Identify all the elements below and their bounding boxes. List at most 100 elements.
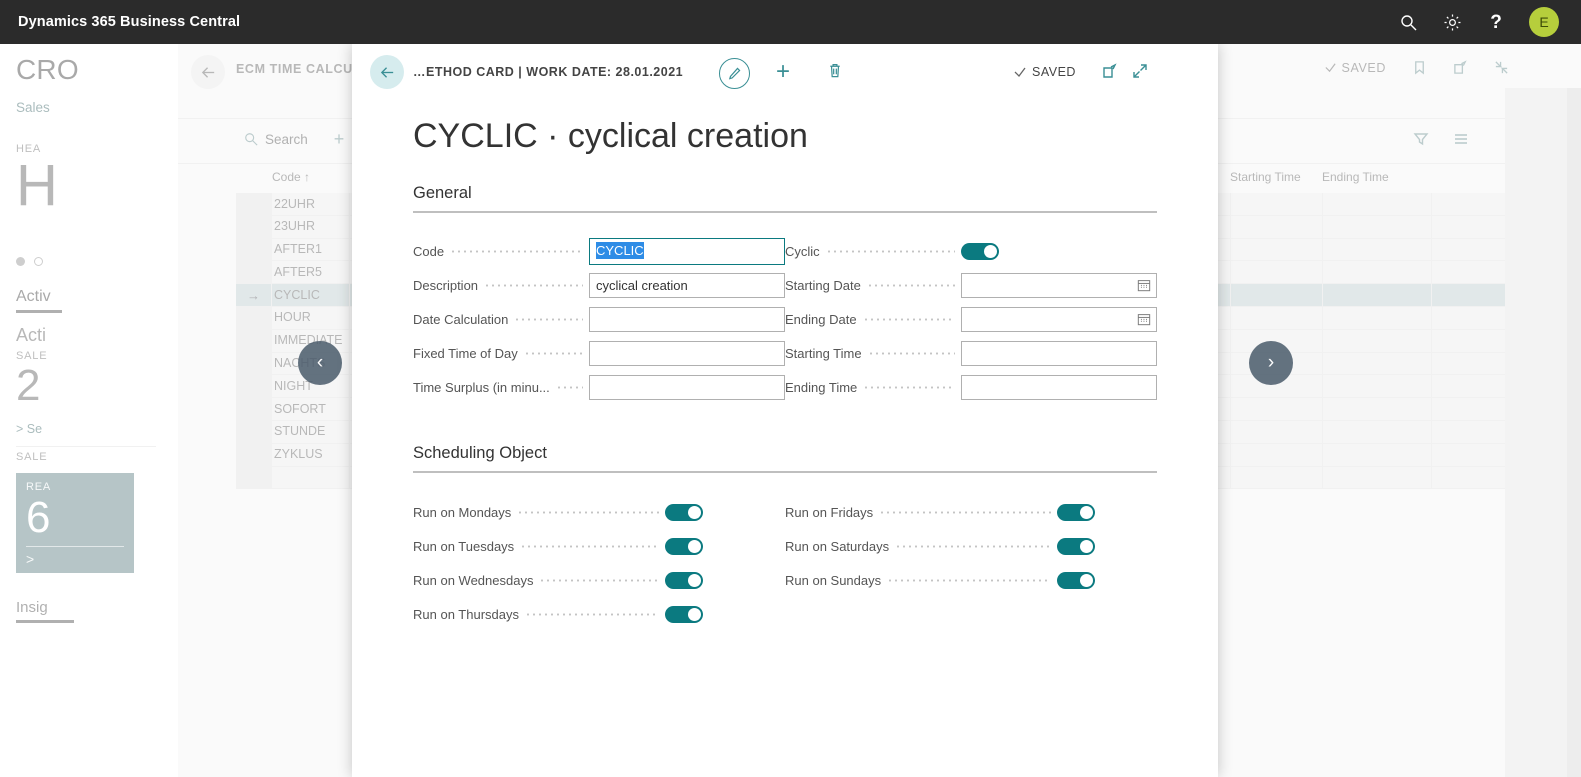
cell-code: STUNDE xyxy=(272,420,350,443)
cell-starting-time xyxy=(1230,420,1322,443)
calendar-icon[interactable] xyxy=(1137,312,1151,326)
cell-starting-time xyxy=(1230,215,1322,238)
field-dot-leader xyxy=(887,574,1051,587)
cell-ending-time xyxy=(1322,329,1432,352)
filter-icon[interactable] xyxy=(1413,131,1429,147)
search-icon[interactable] xyxy=(1397,11,1419,33)
expand-icon[interactable] xyxy=(1132,63,1148,84)
date-calculation-input[interactable] xyxy=(589,307,785,332)
edit-pencil-icon[interactable] xyxy=(719,58,750,89)
cell-ending-time xyxy=(1322,398,1432,421)
starting-date-input[interactable] xyxy=(961,273,1157,298)
fixed-time-of-day-input[interactable] xyxy=(589,341,785,366)
cyclic-toggle[interactable] xyxy=(961,243,999,260)
chevron-right-icon[interactable]: › xyxy=(1249,341,1293,385)
toggle-slot xyxy=(1057,538,1157,555)
ready-tile-number: 6 xyxy=(26,493,124,544)
sales-link[interactable]: Sales xyxy=(16,100,162,115)
cell-ending-time xyxy=(1322,420,1432,443)
starting-time-label: Starting Time xyxy=(785,346,862,361)
toggle-slot xyxy=(1057,504,1157,521)
help-icon[interactable]: ? xyxy=(1485,11,1507,33)
dialog-back-button[interactable] xyxy=(370,55,404,89)
collapse-icon[interactable] xyxy=(1494,60,1509,75)
general-fields: CodeCYCLICDescriptioncyclical creationDa… xyxy=(413,234,1157,404)
field-dot-leader xyxy=(879,506,1051,519)
field-dot-leader xyxy=(895,540,1051,553)
cell-code: HOUR xyxy=(272,306,350,329)
list-view-icon[interactable] xyxy=(1453,131,1469,147)
carousel-dots[interactable] xyxy=(16,257,162,266)
run-on-saturdays-label: Run on Saturdays xyxy=(785,539,889,554)
code-input[interactable]: CYCLIC xyxy=(589,238,785,265)
ending-time-input[interactable] xyxy=(961,375,1157,400)
row-indicator xyxy=(236,215,272,238)
description-input[interactable]: cyclical creation xyxy=(589,273,785,298)
column-header-code[interactable]: Code ↑ xyxy=(272,170,350,184)
carousel-dot-inactive[interactable] xyxy=(34,257,43,266)
column-header-ending-time[interactable]: Ending Time xyxy=(1322,170,1432,184)
activities-tab[interactable]: Activ xyxy=(16,288,162,306)
run-on-mondays-label: Run on Mondays xyxy=(413,505,511,520)
column-header-starting-time[interactable]: Starting Time xyxy=(1230,170,1322,184)
run-on-wednesdays-label: Run on Wednesdays xyxy=(413,573,533,588)
run-on-sundays-toggle[interactable] xyxy=(1057,572,1095,589)
field-row: Starting Date xyxy=(785,268,1157,302)
field-row: Starting Time xyxy=(785,336,1157,370)
background-toolbar-right xyxy=(1413,131,1469,147)
open-in-new-window-icon[interactable] xyxy=(1102,63,1118,84)
starting-time-input[interactable] xyxy=(961,341,1157,366)
time-surplus-in-minu-input[interactable] xyxy=(589,375,785,400)
run-on-saturdays-toggle[interactable] xyxy=(1057,538,1095,555)
cue-number[interactable]: 2 xyxy=(16,362,162,410)
background-saved-status: SAVED xyxy=(1324,61,1386,75)
run-on-mondays-toggle[interactable] xyxy=(665,504,703,521)
cell-ending-time xyxy=(1322,261,1432,284)
field-dot-leader xyxy=(517,506,659,519)
background-list-actions: SAVED xyxy=(1324,60,1509,75)
row-indicator xyxy=(236,306,272,329)
insights-tab[interactable]: Insig xyxy=(16,599,162,616)
cell-ending-time xyxy=(1322,215,1432,238)
cell-ending-time xyxy=(1322,466,1432,489)
plus-icon[interactable]: + xyxy=(776,60,790,84)
run-on-fridays-toggle[interactable] xyxy=(1057,504,1095,521)
calendar-icon[interactable] xyxy=(1137,278,1151,292)
divider xyxy=(16,446,156,447)
row-indicator xyxy=(236,443,272,466)
toggle-slot xyxy=(961,243,1157,260)
toggle-row: Run on Fridays xyxy=(785,495,1157,529)
run-on-tuesdays-toggle[interactable] xyxy=(665,538,703,555)
ready-tile-rule xyxy=(26,546,124,547)
field-row: Date Calculation xyxy=(413,302,785,336)
ready-tile[interactable]: REA 6 > xyxy=(16,473,134,573)
ending-date-input[interactable] xyxy=(961,307,1157,332)
gear-icon[interactable] xyxy=(1441,11,1463,33)
cell-code: ZYKLUS xyxy=(272,443,350,466)
bookmark-icon[interactable] xyxy=(1412,60,1427,75)
cell-starting-time xyxy=(1230,238,1322,261)
right-edge-scroll[interactable] xyxy=(1567,88,1581,777)
cell-code: AFTER5 xyxy=(272,261,350,284)
avatar[interactable]: E xyxy=(1529,7,1559,37)
general-section-heading: General xyxy=(413,184,1157,213)
trash-icon[interactable] xyxy=(827,62,843,84)
field-dot-leader xyxy=(863,381,955,394)
background-back-button[interactable] xyxy=(191,55,225,89)
run-on-fridays-label: Run on Fridays xyxy=(785,505,873,520)
open-in-new-window-icon[interactable] xyxy=(1453,60,1468,75)
cell-ending-time xyxy=(1322,238,1432,261)
run-on-thursdays-toggle[interactable] xyxy=(665,606,703,623)
run-on-sundays-label: Run on Sundays xyxy=(785,573,881,588)
date-calculation-label: Date Calculation xyxy=(413,312,508,327)
general-right-column: CyclicStarting DateEnding DateStarting T… xyxy=(785,234,1157,404)
background-search-button[interactable]: Search xyxy=(244,132,308,147)
chevron-left-icon[interactable]: ‹ xyxy=(298,341,342,385)
carousel-dot-active[interactable] xyxy=(16,257,25,266)
run-on-wednesdays-toggle[interactable] xyxy=(665,572,703,589)
scheduling-section-heading: Scheduling Object xyxy=(413,444,1157,473)
toggle-slot xyxy=(665,606,785,623)
code-label: Code xyxy=(413,244,444,259)
see-more-link[interactable]: > Se xyxy=(16,422,162,436)
ready-tile-arrow[interactable]: > xyxy=(26,551,124,567)
